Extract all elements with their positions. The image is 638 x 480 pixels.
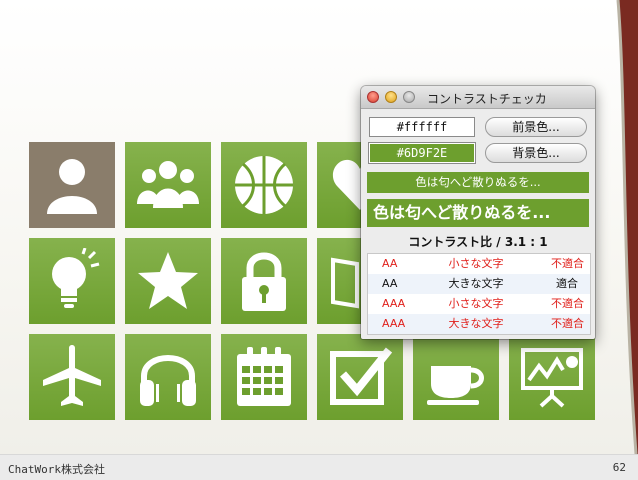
window-titlebar[interactable]: コントラストチェッカ xyxy=(361,86,595,109)
result-verdict: 不適合 xyxy=(551,257,584,270)
result-row: AAA 小さな文字 不適合 xyxy=(368,294,590,314)
tile-presentation-chart[interactable] xyxy=(509,334,595,420)
preview-small-text: 色は匂へど散りぬるを... xyxy=(367,172,589,193)
result-level: AAA xyxy=(382,297,406,310)
close-button[interactable] xyxy=(367,91,379,103)
lock-icon xyxy=(242,252,286,311)
cup-icon xyxy=(427,366,484,405)
tile-lock[interactable] xyxy=(221,238,307,324)
checkbox-icon xyxy=(330,347,393,405)
calendar-icon xyxy=(237,347,291,406)
result-size: 大きな文字 xyxy=(448,277,504,290)
results-table: AA 小さな文字 不適合 AA 大きな文字 適合 AAA 小さな文字 不適合 A… xyxy=(367,253,591,335)
person-icon xyxy=(47,159,97,214)
page-number: 62 xyxy=(612,461,626,474)
slide: コントラストチェッカ #ffffff 前景色... #6D9F2E 背景色...… xyxy=(0,0,638,454)
tile-airplane[interactable] xyxy=(29,334,115,420)
result-row: AA 大きな文字 適合 xyxy=(368,274,590,294)
result-level: AA xyxy=(382,257,398,270)
presentation-chart-icon xyxy=(521,348,583,408)
preview-large-text: 色は匂へど散りぬるを... xyxy=(367,199,589,227)
result-verdict: 不適合 xyxy=(551,297,584,310)
result-verdict: 不適合 xyxy=(551,317,584,330)
headphones-icon xyxy=(140,355,196,406)
group-icon xyxy=(137,161,199,208)
result-size: 小さな文字 xyxy=(448,257,504,270)
tile-star[interactable] xyxy=(125,238,211,324)
tile-lightbulb[interactable] xyxy=(29,238,115,324)
slide-footer: ChatWork株式会社 62 xyxy=(0,454,638,480)
foreground-color-button[interactable]: 前景色... xyxy=(485,117,587,137)
zoom-button[interactable] xyxy=(403,91,415,103)
result-verdict: 適合 xyxy=(556,277,578,290)
basketball-icon xyxy=(235,156,293,214)
tile-basketball[interactable] xyxy=(221,142,307,228)
window-title: コントラストチェッカ xyxy=(427,92,547,106)
background-color-button[interactable]: 背景色... xyxy=(485,143,587,163)
result-row: AAA 大きな文字 不適合 xyxy=(368,314,590,334)
background-color-field[interactable]: #6D9F2E xyxy=(368,142,476,164)
result-size: 大きな文字 xyxy=(448,317,504,330)
foreground-color-field[interactable]: #ffffff xyxy=(369,117,475,137)
company-name: ChatWork株式会社 xyxy=(8,463,105,476)
tile-person[interactable] xyxy=(29,142,115,228)
tile-calendar[interactable] xyxy=(221,334,307,420)
result-row: AA 小さな文字 不適合 xyxy=(368,254,590,274)
result-size: 小さな文字 xyxy=(448,297,504,310)
tile-checkbox[interactable] xyxy=(317,334,403,420)
star-icon xyxy=(138,252,198,309)
result-level: AAA xyxy=(382,317,406,330)
contrast-checker-window: コントラストチェッカ #ffffff 前景色... #6D9F2E 背景色...… xyxy=(361,86,595,339)
result-level: AA xyxy=(382,277,398,290)
tile-group[interactable] xyxy=(125,142,211,228)
contrast-ratio: コントラスト比 / 3.1 : 1 xyxy=(408,235,548,249)
minimize-button[interactable] xyxy=(385,91,397,103)
tile-cup[interactable] xyxy=(413,334,499,420)
lightbulb-icon xyxy=(52,248,100,308)
tile-headphones[interactable] xyxy=(125,334,211,420)
airplane-icon xyxy=(43,345,101,406)
